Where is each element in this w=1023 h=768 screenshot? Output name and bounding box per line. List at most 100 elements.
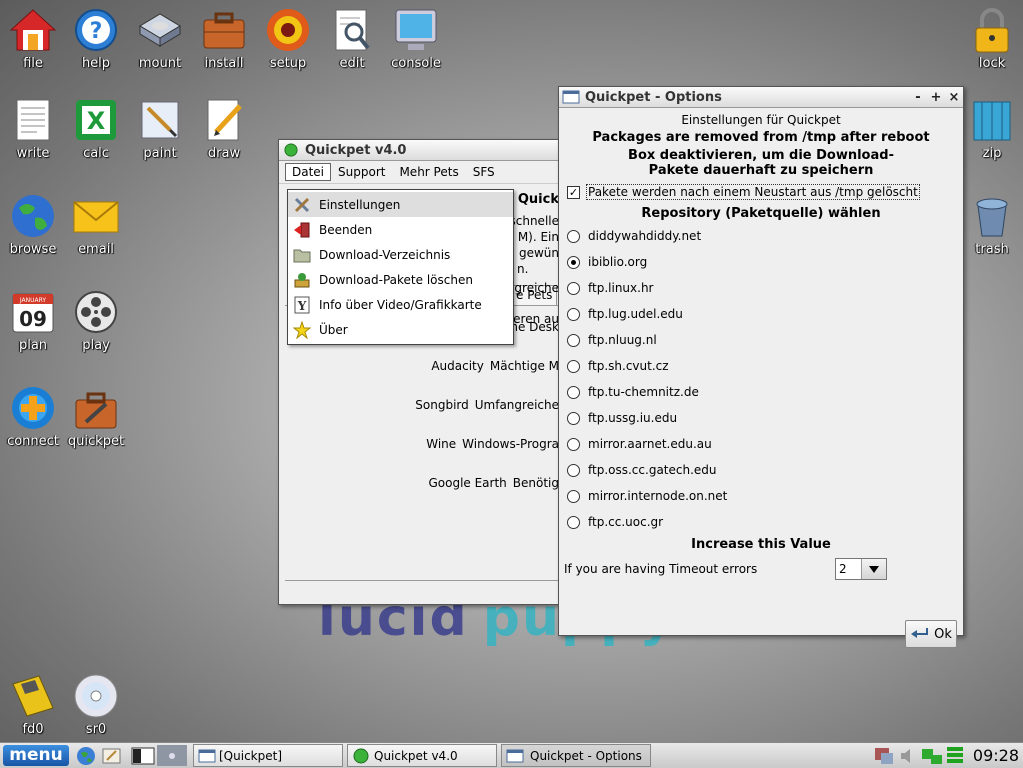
pet-row[interactable]: Songbird Umfangreiche xyxy=(415,398,559,412)
radio-button[interactable] xyxy=(567,359,580,373)
maximize-button[interactable]: + xyxy=(927,90,945,105)
repo-label: ftp.oss.cc.gatech.edu xyxy=(588,463,717,477)
workspace-pager-icon[interactable] xyxy=(157,745,187,766)
radio-button[interactable] xyxy=(567,489,580,503)
desktop-icon-zip[interactable]: zip xyxy=(959,96,1023,161)
radio-button[interactable] xyxy=(567,385,580,399)
svg-text:?: ? xyxy=(90,19,103,44)
pet-row[interactable]: Audacity Mächtige M xyxy=(431,359,559,373)
desktop-icon-quickpet[interactable]: quickpet xyxy=(63,384,129,449)
repo-option[interactable]: mirror.internode.on.net xyxy=(559,483,963,509)
desktop-icon-label: install xyxy=(204,56,244,71)
clock[interactable]: 09:28 xyxy=(973,746,1019,765)
desktop-icon-edit[interactable]: edit xyxy=(319,6,385,71)
memory-meter-icon[interactable] xyxy=(946,746,963,766)
close-button[interactable]: × xyxy=(945,90,963,105)
menu-item-beenden[interactable]: Beenden xyxy=(288,217,513,242)
radio-button[interactable] xyxy=(567,281,580,295)
desktop-icon-paint[interactable]: paint xyxy=(127,96,193,161)
menu-mehr-pets[interactable]: Mehr Pets xyxy=(392,163,465,181)
repo-option[interactable]: ftp.lug.udel.edu xyxy=(559,301,963,327)
menu-datei[interactable]: Datei xyxy=(285,163,332,181)
repo-option[interactable]: mirror.aarnet.edu.au xyxy=(559,431,963,457)
menu-item-einstellungen[interactable]: Einstellungen xyxy=(288,192,513,217)
task-quickpet-bracket[interactable]: [Quickpet] xyxy=(193,744,343,767)
desktop-icon-lock[interactable]: lock xyxy=(959,6,1023,71)
radio-button[interactable] xyxy=(567,437,580,451)
desktop-switch-icon[interactable] xyxy=(131,746,155,766)
briefcase-icon xyxy=(191,6,257,54)
text-editor-icon[interactable] xyxy=(101,746,123,766)
return-arrow-icon xyxy=(911,628,929,638)
menu-item-info-über-video-grafikkarte[interactable]: Y Info über Video/Grafikkarte xyxy=(288,292,513,317)
desktop-icon-calc[interactable]: Xcalc xyxy=(63,96,129,161)
pet-row[interactable]: Wine Windows-Progra xyxy=(426,437,559,451)
browser-globe-icon[interactable] xyxy=(75,745,97,767)
repo-option[interactable]: ftp.ussg.iu.edu xyxy=(559,405,963,431)
radio-button[interactable] xyxy=(567,307,580,321)
radio-button[interactable] xyxy=(567,411,580,425)
menu-item-download-verzeichnis[interactable]: Download-Verzeichnis xyxy=(288,242,513,267)
menu-item-über[interactable]: Über xyxy=(288,317,513,342)
desktop-icon-file[interactable]: file xyxy=(0,6,66,71)
desktop-icon-setup[interactable]: setup xyxy=(255,6,321,71)
minimize-button[interactable]: - xyxy=(909,90,927,105)
pet-name: Wine xyxy=(426,437,457,451)
network-tray-icon[interactable] xyxy=(873,746,895,766)
options-titlebar[interactable]: Quickpet - Options - + × xyxy=(559,87,963,108)
desktop-icon-draw[interactable]: draw xyxy=(191,96,257,161)
desktop-icon-install[interactable]: install xyxy=(191,6,257,71)
chevron-down-icon[interactable] xyxy=(861,559,886,579)
desktop-icon-connect[interactable]: connect xyxy=(0,384,66,449)
box-text-line-1: Box deaktivieren, um die Download- xyxy=(628,148,894,163)
timeout-spinner[interactable]: 2 xyxy=(835,558,887,580)
desktop-icon-fd0[interactable]: fd0 xyxy=(0,672,66,737)
desktop-icon-play[interactable]: play xyxy=(63,288,129,353)
remove-packages-checkbox-row[interactable]: ✓ Pakete werden nach einem Neustart aus … xyxy=(567,184,963,200)
menu-sfs[interactable]: SFS xyxy=(466,163,502,181)
desktop-icon-mount[interactable]: mount xyxy=(127,6,193,71)
ok-button[interactable]: Ok xyxy=(905,620,957,648)
remove-packages-checkbox[interactable]: ✓ xyxy=(567,185,580,199)
quickpet-main-titlebar[interactable]: Quickpet v4.0 xyxy=(279,140,559,161)
radio-button[interactable] xyxy=(567,463,580,477)
task-quickpet-main[interactable]: Quickpet v4.0 xyxy=(347,744,497,767)
pet-row[interactable]: Google Earth Benötig xyxy=(428,476,559,490)
menu-support[interactable]: Support xyxy=(331,163,392,181)
desktop-icon-trash[interactable]: trash xyxy=(959,192,1023,257)
radio-button[interactable] xyxy=(567,515,580,529)
repo-option[interactable]: ftp.tu-chemnitz.de xyxy=(559,379,963,405)
desktop-icon-console[interactable]: console xyxy=(383,6,449,71)
desktop-icon-plan[interactable]: JANUARY 09 plan xyxy=(0,288,66,353)
repo-option[interactable]: ftp.sh.cvut.cz xyxy=(559,353,963,379)
desktop-icon-sr0[interactable]: sr0 xyxy=(63,672,129,737)
repo-option[interactable]: ftp.linux.hr xyxy=(559,275,963,301)
radio-button[interactable] xyxy=(567,333,580,347)
menu-item-download-pakete-löschen[interactable]: Download-Pakete löschen xyxy=(288,267,513,292)
radio-button[interactable] xyxy=(567,255,580,269)
desktop-icon-email[interactable]: email xyxy=(63,192,129,257)
desktop-icon-browse[interactable]: browse xyxy=(0,192,66,257)
volume-icon[interactable] xyxy=(899,747,917,765)
desktop-icon-write[interactable]: write xyxy=(0,96,66,161)
repo-option[interactable]: ftp.oss.cc.gatech.edu xyxy=(559,457,963,483)
desktop-icon-label: calc xyxy=(83,146,109,161)
home-icon xyxy=(0,6,66,54)
repo-option[interactable]: ftp.cc.uoc.gr xyxy=(559,509,963,535)
task-quickpet-options[interactable]: Quickpet - Options xyxy=(501,744,651,767)
desktop-icon-help[interactable]: ? help xyxy=(63,6,129,71)
window-title: Quickpet v4.0 xyxy=(305,142,407,158)
repo-option[interactable]: diddywahdiddy.net xyxy=(559,223,963,249)
start-menu-button[interactable]: menu xyxy=(3,745,69,766)
repo-option[interactable]: ftp.nluug.nl xyxy=(559,327,963,353)
desktop-icon-label: sr0 xyxy=(85,722,107,737)
connection-status-icon[interactable] xyxy=(921,746,945,766)
timeout-value[interactable]: 2 xyxy=(836,559,861,579)
desktop-icon-label: file xyxy=(23,56,43,71)
desktop-icon-label: fd0 xyxy=(22,722,44,737)
drive-icon xyxy=(127,6,193,54)
radio-button[interactable] xyxy=(567,229,580,243)
task-label: Quickpet v4.0 xyxy=(374,748,458,763)
toolbox-icon xyxy=(63,384,129,432)
repo-option[interactable]: ibiblio.org xyxy=(559,249,963,275)
